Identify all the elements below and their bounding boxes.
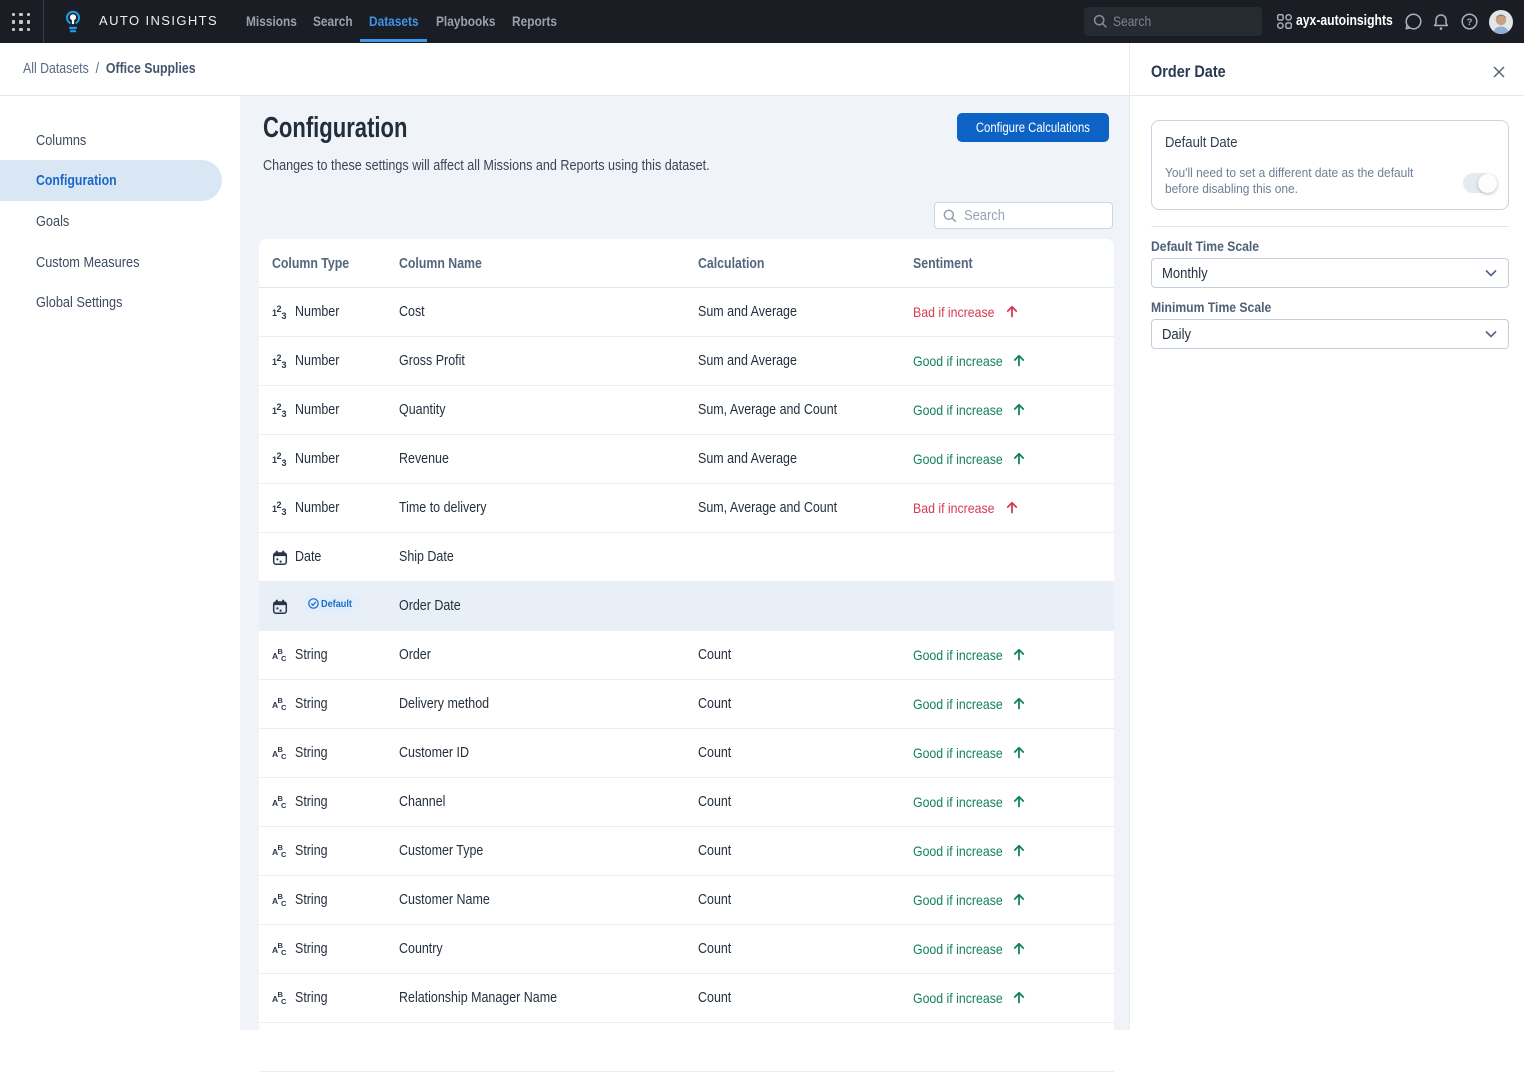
svg-text:?: ? [1467, 17, 1473, 28]
